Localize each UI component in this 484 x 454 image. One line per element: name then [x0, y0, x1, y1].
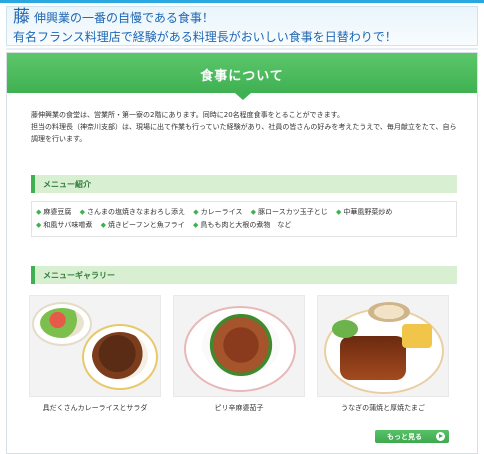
page-title-band: 食事について [7, 53, 477, 93]
intro-line-1: 藤伸興業の食堂は、営業所・第一寮の2階にあります。同時に20名程度食事をとること… [31, 111, 344, 119]
menu-item: ◆ 和風サバ味噌煮 [36, 221, 93, 229]
salad-image [40, 308, 84, 338]
bullet-icon: ◆ [192, 221, 199, 229]
bullet-icon: ◆ [193, 208, 199, 216]
menu-item: ◆ さんまの塩焼きな​まおろし添え [79, 208, 186, 216]
bullet-icon: ◆ [36, 221, 42, 229]
header-big-char: 藤 [13, 7, 30, 27]
more-button-label: もっと見る [387, 433, 422, 441]
header-line1-text: 伸興業の一番の自慢である食事！ [34, 11, 214, 25]
gallery-section-title: メニューギャラリー [43, 271, 115, 280]
gallery-photo-mapo[interactable] [173, 295, 305, 397]
side-dish-image [368, 302, 410, 322]
curry-image [92, 332, 148, 380]
menu-item: ◆ カレーライス [193, 208, 243, 216]
bullet-icon: ◆ [36, 208, 42, 216]
eel-image [340, 336, 406, 380]
menu-item: ◆ 中華風野菜炒め [335, 208, 393, 216]
top-accent-bar [0, 0, 484, 3]
meal-panel: 食事について 藤伸興業の食堂は、営業所・第一寮の2階にあります。同時に20名程度… [6, 52, 478, 454]
intro-text: 藤伸興業の食堂は、営業所・第一寮の2階にあります。同時に20名程度食事をとること… [31, 109, 461, 145]
header-tagline-1: 藤伸興業の一番の自慢である食事！ [13, 9, 214, 26]
menu-item: ◆ 焼きビーフンと魚フライ [100, 221, 185, 229]
menu-section-heading: メニュー紹介 [31, 175, 457, 193]
title-arrow-icon [235, 93, 251, 100]
bullet-icon: ◆ [100, 221, 107, 229]
gallery-section-heading: メニューギャラリー [31, 266, 457, 284]
egg-image [402, 324, 432, 348]
menu-item: ◆ 豚ロースカツ玉子とじ [250, 208, 328, 216]
intro-line-2: 担当の料理長（神奈川支部）は、現場に出て作業も行っていた経験があり、社員の皆さん… [31, 123, 457, 143]
gallery-caption: うなぎの蒲焼と厚焼たまご [341, 404, 425, 412]
salad-garnish-image [332, 320, 358, 338]
header-tagline-2: 有名フランス料理店で経験がある料理長がおいしい食事を日替わりで！ [13, 30, 397, 44]
menu-list: ◆ 麻婆豆腐 ◆ さんまの塩焼きな​まおろし添え ◆ カレーライス ◆ 豚ロースカツ玉子… [36, 206, 454, 232]
more-button[interactable]: もっと見る [375, 430, 449, 443]
gallery-photo-eel[interactable] [317, 295, 449, 397]
page-title: 食事について [200, 69, 284, 84]
site-header: 藤伸興業の一番の自慢である食事！ 有名フランス料理店で経験がある料理長がおいしい… [6, 6, 478, 46]
menu-section-title: メニュー紹介 [43, 180, 91, 189]
gallery-photo-curry[interactable] [29, 295, 161, 397]
bullet-icon: ◆ [79, 208, 86, 216]
menu-item: ◆ 麻婆豆腐 [36, 208, 72, 216]
bullet-icon: ◆ [250, 208, 257, 216]
gallery-caption: 具だくさんカレーライスとサラダ [42, 404, 148, 412]
arrow-right-icon [436, 432, 445, 441]
menu-item: ◆ 鳥もも肉と大根の煮物 など [192, 221, 292, 229]
menu-list-box: ◆ 麻婆豆腐 ◆ さんまの塩焼きな​まおろし添え ◆ カレーライス ◆ 豚ロースカツ玉子… [31, 201, 457, 237]
header-divider [6, 48, 478, 50]
bullet-icon: ◆ [335, 208, 342, 216]
mapo-image [202, 314, 280, 376]
gallery-caption: ピリ辛麻婆茄子 [214, 404, 264, 412]
